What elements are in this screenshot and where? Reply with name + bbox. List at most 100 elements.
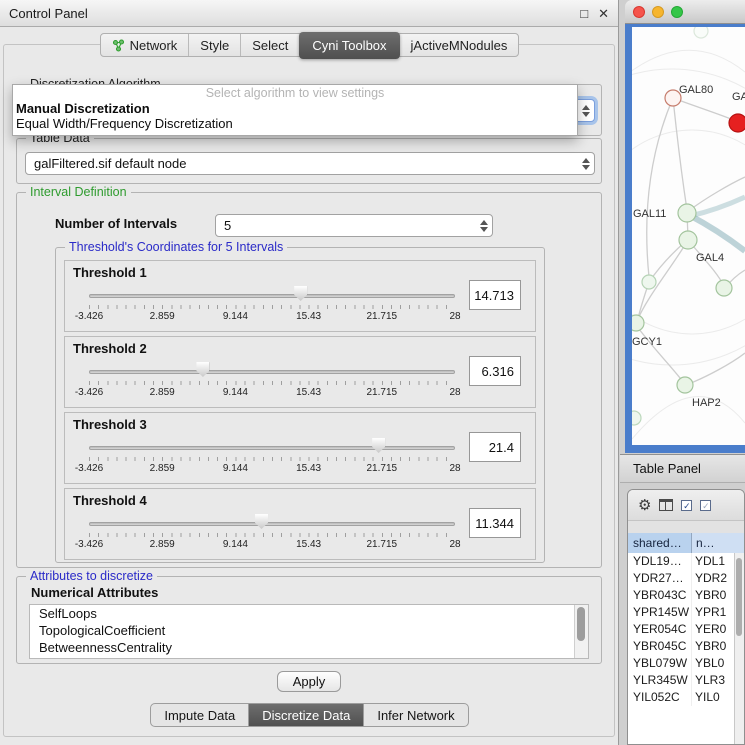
list-scrollbar-thumb[interactable]	[577, 607, 585, 641]
table-row[interactable]: YLR345W YLR3	[628, 672, 735, 689]
tab-jactivemodules[interactable]: jActiveMNodules	[400, 34, 519, 56]
network-window-titlebar	[625, 0, 745, 24]
slider-thumb[interactable]	[196, 362, 209, 377]
network-node-selected-red[interactable]	[729, 114, 745, 132]
network-view-frame: GAL80 GA GAL11 GAL4 GCY1 HAP2	[625, 24, 745, 453]
slider-track[interactable]	[89, 370, 455, 374]
column-header-shared-name[interactable]: shared…	[628, 533, 692, 553]
tab-label: Style	[200, 38, 229, 53]
threshold-slider[interactable]: -3.426 2.859 9.144 15.43 21.715 28	[89, 513, 455, 555]
table-data-combobox[interactable]: galFiltered.sif default node	[25, 152, 595, 175]
threshold-value-field[interactable]: 6.316	[469, 356, 521, 386]
list-item[interactable]: TopologicalCoefficient	[30, 622, 588, 639]
node-label: GCY1	[632, 336, 662, 348]
group-title: Attributes to discretize	[26, 569, 157, 584]
table-row[interactable]: YBR043C YBR0	[628, 587, 735, 604]
gear-icon[interactable]: ⚙	[638, 498, 651, 513]
tab-label: jActiveMNodules	[411, 38, 508, 53]
columns-icon[interactable]	[659, 499, 673, 511]
threshold-value-field[interactable]: 11.344	[469, 508, 521, 538]
network-node-gal4[interactable]	[679, 231, 697, 249]
slider-ticks	[89, 305, 455, 309]
select-all-icon[interactable]: ✓	[681, 500, 692, 511]
threshold-value-field[interactable]: 21.4	[469, 432, 521, 462]
slider-ticks	[89, 533, 455, 537]
bottom-tab-bar: Impute Data Discretize Data Infer Networ…	[0, 703, 619, 727]
tab-discretize-data[interactable]: Discretize Data	[248, 704, 363, 726]
slider-scale: -3.426 2.859 9.144 15.43 21.715 28	[89, 311, 455, 323]
slider-scale: -3.426 2.859 9.144 15.43 21.715 28	[89, 387, 455, 399]
numerical-attributes-list[interactable]: SelfLoops TopologicalCoefficient Between…	[29, 604, 589, 659]
control-panel-titlebar: Control Panel □ ✕	[0, 0, 618, 27]
tab-network[interactable]: Network	[101, 34, 189, 56]
threshold-panel: Threshold 4 11.344 -3.426 2.859 9.144 15…	[64, 488, 536, 560]
table-row[interactable]: YBL079W YBL0	[628, 655, 735, 672]
node-label: GA	[732, 91, 745, 103]
float-window-icon[interactable]: □	[580, 7, 588, 20]
minimize-traffic-light-icon[interactable]	[652, 6, 664, 18]
close-traffic-light-icon[interactable]	[633, 6, 645, 18]
control-panel-window: Control Panel □ ✕ Network	[0, 0, 619, 745]
threshold-panel: Threshold 1 14.713 -3.426 2.859 9.144 15…	[64, 260, 536, 332]
node-label: GAL80	[679, 84, 713, 96]
network-node[interactable]	[632, 411, 641, 425]
numerical-attributes-label: Numerical Attributes	[31, 585, 158, 600]
select-none-icon[interactable]: ✓	[700, 500, 711, 511]
network-node[interactable]	[716, 280, 732, 296]
list-item[interactable]: BetweennessCentrality	[30, 639, 588, 656]
network-node[interactable]	[642, 275, 656, 289]
tab-impute-data[interactable]: Impute Data	[151, 704, 248, 726]
combobox-value: 5	[216, 218, 475, 233]
close-window-icon[interactable]: ✕	[598, 7, 609, 20]
table-scrollbar[interactable]	[734, 553, 744, 744]
tab-label: Network	[130, 38, 178, 53]
threshold-slider[interactable]: -3.426 2.859 9.144 15.43 21.715 28	[89, 285, 455, 327]
column-header-name[interactable]: n…	[692, 533, 744, 553]
threshold-panel: Threshold 3 21.4 -3.426 2.859 9.144 15.4…	[64, 412, 536, 484]
slider-thumb[interactable]	[255, 514, 268, 529]
table-row[interactable]: YIL052C YIL0	[628, 689, 735, 706]
tab-select[interactable]: Select	[240, 34, 299, 56]
tab-infer-network[interactable]: Infer Network	[363, 704, 467, 726]
combobox-value: galFiltered.sif default node	[26, 156, 577, 171]
network-node[interactable]	[694, 27, 708, 38]
threshold-value-field[interactable]: 14.713	[469, 280, 521, 310]
slider-track[interactable]	[89, 522, 455, 526]
slider-track[interactable]	[89, 446, 455, 450]
algorithm-dropdown-popup: Select algorithm to view settings Manual…	[12, 84, 578, 136]
dropdown-option-equal-width-frequency[interactable]: Equal Width/Frequency Discretization	[13, 116, 577, 131]
tab-style[interactable]: Style	[188, 34, 240, 56]
attributes-to-discretize-group: Attributes to discretize Numerical Attri…	[16, 576, 602, 664]
table-row[interactable]: YDR27… YDR2	[628, 570, 735, 587]
dropdown-hint: Select algorithm to view settings	[13, 86, 577, 101]
apply-button[interactable]: Apply	[277, 671, 341, 692]
table-row[interactable]: YBR045C YBR0	[628, 638, 735, 655]
table-scrollbar-thumb[interactable]	[736, 558, 742, 636]
network-node-gcy1[interactable]	[632, 315, 644, 331]
threshold-label: Threshold 1	[73, 265, 147, 280]
network-node-gal11[interactable]	[678, 204, 696, 222]
network-node-hap2[interactable]	[677, 377, 693, 393]
node-label: HAP2	[692, 397, 721, 409]
zoom-traffic-light-icon[interactable]	[671, 6, 683, 18]
group-title: Threshold's Coordinates for 5 Intervals	[65, 240, 287, 255]
tab-label: Cyni Toolbox	[312, 38, 386, 53]
number-of-intervals-combobox[interactable]: 5	[215, 214, 493, 237]
tab-cyni-toolbox[interactable]: Cyni Toolbox	[299, 32, 399, 59]
table-row[interactable]: YDL19… YDL1	[628, 553, 735, 570]
tab-label: Select	[252, 38, 288, 53]
table-row[interactable]: YER054C YER0	[628, 621, 735, 638]
slider-thumb[interactable]	[372, 438, 385, 453]
list-scrollbar[interactable]	[574, 605, 588, 658]
threshold-slider[interactable]: -3.426 2.859 9.144 15.43 21.715 28	[89, 437, 455, 479]
thresholds-group: Threshold's Coordinates for 5 Intervals …	[55, 247, 545, 563]
network-canvas[interactable]: GAL80 GA GAL11 GAL4 GCY1 HAP2	[632, 27, 745, 445]
table-panel-window: ⚙ ✓ ✓ shared… n… YDL19… YDL1 YDR27… YDR2…	[627, 489, 745, 745]
dropdown-option-manual-discretization[interactable]: Manual Discretization	[13, 101, 577, 116]
slider-thumb[interactable]	[294, 286, 307, 301]
list-item[interactable]: SelfLoops	[30, 605, 588, 622]
table-row[interactable]: YPR145W YPR1	[628, 604, 735, 621]
slider-track[interactable]	[89, 294, 455, 298]
node-label: GAL4	[696, 252, 724, 264]
threshold-slider[interactable]: -3.426 2.859 9.144 15.43 21.715 28	[89, 361, 455, 403]
